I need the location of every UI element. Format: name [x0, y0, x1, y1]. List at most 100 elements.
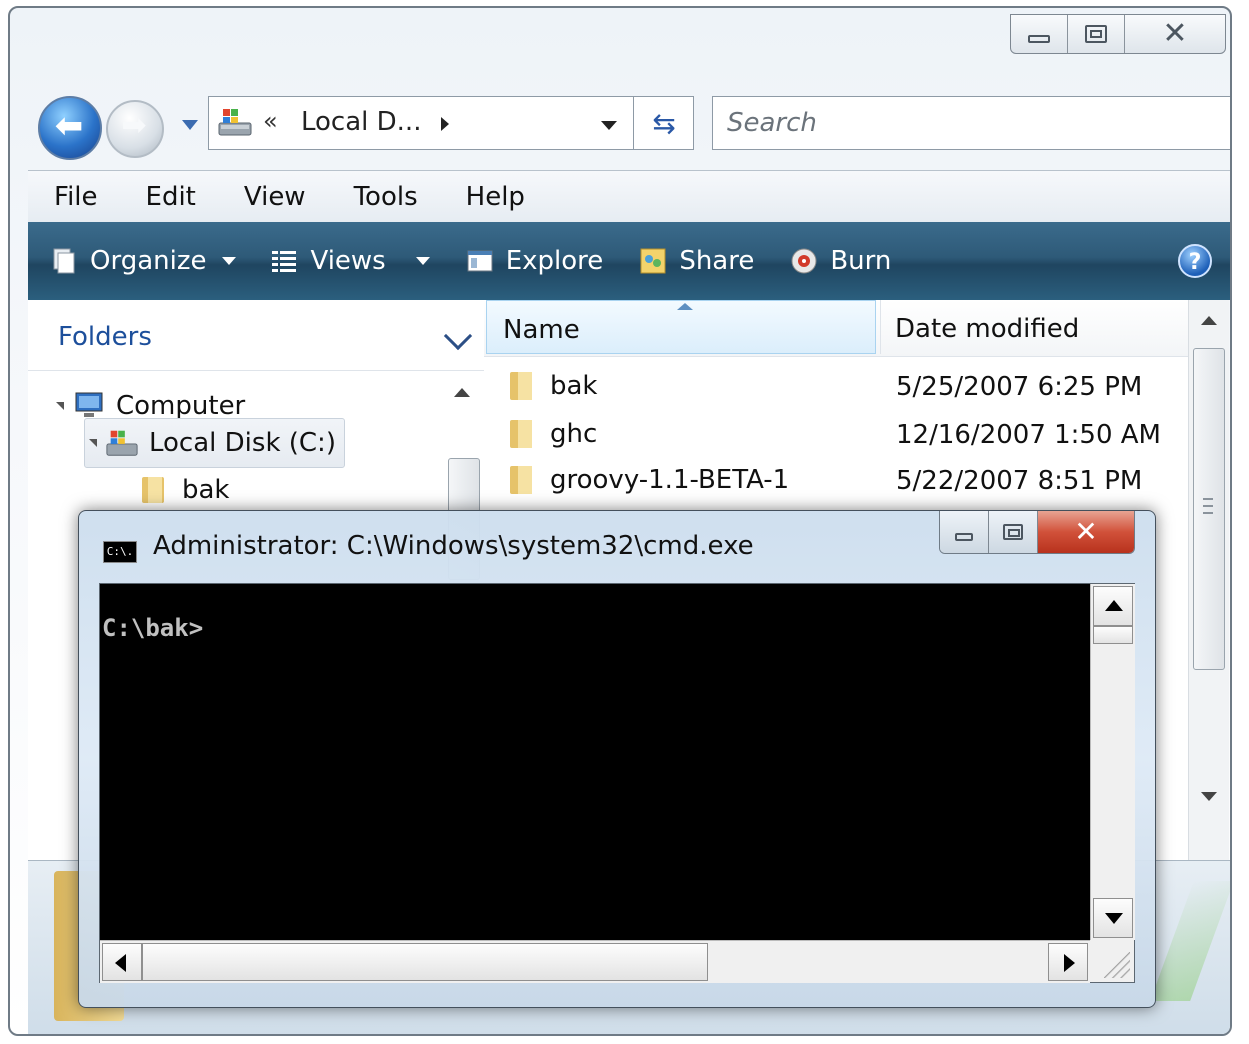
folders-header[interactable]: Folders: [28, 300, 484, 371]
refresh-button[interactable]: ⇆: [633, 97, 694, 149]
close-icon: ✕: [1074, 515, 1098, 548]
search-input[interactable]: [713, 97, 1230, 149]
scroll-down-icon[interactable]: [1201, 792, 1217, 801]
folders-label: Folders: [58, 322, 152, 352]
maximize-button[interactable]: [989, 511, 1038, 553]
close-icon: ✕: [1162, 16, 1188, 51]
minimize-icon: [955, 533, 973, 541]
sort-ascending-icon: [677, 303, 693, 310]
folder-icon: [510, 372, 532, 400]
explore-label: Explore: [505, 246, 604, 276]
scroll-up-button[interactable]: [1093, 586, 1133, 626]
share-icon: [640, 248, 666, 274]
file-date: 5/25/2007 6:25 PM: [896, 372, 1143, 402]
minimize-button[interactable]: [1011, 15, 1068, 53]
cmd-client-area: C:\bak>: [99, 583, 1135, 983]
cmd-window: C:\. Administrator: C:\Windows\system32\…: [78, 510, 1156, 1008]
scroll-grip-icon: [1203, 498, 1213, 514]
minimize-button[interactable]: [940, 511, 989, 553]
menu-edit[interactable]: Edit: [118, 182, 216, 212]
explore-icon: [467, 250, 493, 272]
column-label: Name: [503, 315, 580, 345]
column-date-modified[interactable]: Date modified: [880, 300, 1188, 354]
tree-label: Computer: [116, 391, 246, 421]
folder-icon: [510, 420, 532, 448]
organize-button[interactable]: Organize: [50, 246, 237, 276]
file-row[interactable]: bak 5/25/2007 6:25 PM: [484, 364, 1188, 410]
close-button[interactable]: ✕: [1038, 511, 1134, 553]
scroll-thumb[interactable]: [1093, 626, 1133, 644]
scroll-down-button[interactable]: [1093, 898, 1133, 938]
views-icon: [272, 251, 297, 272]
burn-icon: [791, 248, 817, 274]
file-row[interactable]: ghc 12/16/2007 1:50 AM: [484, 412, 1188, 458]
vertical-scrollbar[interactable]: [1090, 584, 1135, 940]
back-arrow-icon: ⬅: [54, 106, 84, 146]
help-icon: ?: [1188, 250, 1202, 275]
share-button[interactable]: Share: [639, 246, 754, 276]
search-box[interactable]: [712, 96, 1230, 150]
window-title: Administrator: C:\Windows\system32\cmd.e…: [153, 531, 754, 561]
menu-file[interactable]: File: [28, 182, 118, 212]
share-label: Share: [679, 246, 755, 276]
command-bar: Organize Views Explore Share Burn ?: [28, 222, 1230, 300]
drive-icon: [218, 109, 252, 136]
folder-icon: [142, 477, 164, 503]
breadcrumb-item[interactable]: Local D...: [301, 107, 421, 137]
recent-pages-dropdown[interactable]: [182, 120, 198, 130]
column-label: Date modified: [895, 314, 1080, 344]
organize-icon: [53, 248, 75, 274]
back-button[interactable]: ⬅: [38, 96, 102, 160]
resize-grip-icon[interactable]: [1090, 940, 1134, 982]
tree-label: bak: [182, 475, 230, 505]
views-button[interactable]: Views: [270, 246, 430, 276]
expand-arrow-icon[interactable]: [89, 439, 97, 447]
cmd-icon[interactable]: C:\.: [103, 541, 137, 563]
menu-bar: File Edit View Tools Help: [28, 170, 1230, 223]
computer-icon: [75, 392, 103, 417]
chevron-down-icon[interactable]: [443, 321, 473, 351]
file-name: bak: [550, 371, 598, 401]
console-output[interactable]: C:\bak>: [100, 584, 1090, 940]
maximize-button[interactable]: [1068, 15, 1125, 53]
scroll-right-button[interactable]: [1048, 943, 1088, 981]
column-name[interactable]: Name: [486, 300, 876, 354]
scroll-up-icon[interactable]: [1201, 316, 1217, 325]
tree-item-bak[interactable]: bak: [138, 468, 230, 512]
menu-help[interactable]: Help: [438, 182, 545, 212]
folder-icon: [510, 466, 532, 494]
column-headers: Name Date modified: [484, 300, 1188, 357]
organize-dropdown-icon: [222, 257, 237, 265]
breadcrumb-arrow-icon[interactable]: [441, 117, 449, 131]
minimize-icon: [1028, 35, 1050, 43]
forward-arrow-icon: ➡: [121, 108, 147, 143]
tree-label: Local Disk (C:): [149, 428, 336, 458]
organize-label: Organize: [90, 246, 207, 276]
decorative-glow: [1150, 881, 1230, 1001]
maximize-icon: [1085, 25, 1107, 43]
file-name: ghc: [550, 419, 598, 449]
address-bar[interactable]: « Local D... ⇆: [208, 96, 694, 150]
horizontal-scrollbar[interactable]: [100, 940, 1090, 983]
breadcrumb-overflow[interactable]: «: [263, 107, 278, 135]
scroll-thumb[interactable]: [142, 943, 708, 981]
help-button[interactable]: ?: [1178, 244, 1212, 278]
burn-label: Burn: [830, 246, 892, 276]
address-dropdown-icon[interactable]: [601, 121, 617, 130]
forward-button[interactable]: ➡: [106, 100, 164, 158]
file-row[interactable]: groovy-1.1-BETA-1 5/22/2007 8:51 PM: [484, 458, 1188, 504]
burn-button[interactable]: Burn: [790, 246, 891, 276]
refresh-icon: ⇆: [652, 106, 676, 140]
scroll-left-button[interactable]: [102, 943, 142, 981]
file-list-scrollbar[interactable]: [1188, 300, 1229, 860]
tree-item-local-disk[interactable]: Local Disk (C:): [84, 418, 345, 468]
scroll-up-icon[interactable]: [454, 388, 470, 397]
expand-arrow-icon[interactable]: [56, 402, 64, 410]
menu-view[interactable]: View: [216, 182, 326, 212]
menu-tools[interactable]: Tools: [326, 182, 438, 212]
explore-button[interactable]: Explore: [466, 246, 604, 276]
drive-icon: [106, 430, 138, 456]
explorer-caption-buttons: ✕: [1010, 14, 1226, 54]
close-button[interactable]: ✕: [1125, 15, 1225, 53]
maximize-icon: [1003, 524, 1023, 540]
